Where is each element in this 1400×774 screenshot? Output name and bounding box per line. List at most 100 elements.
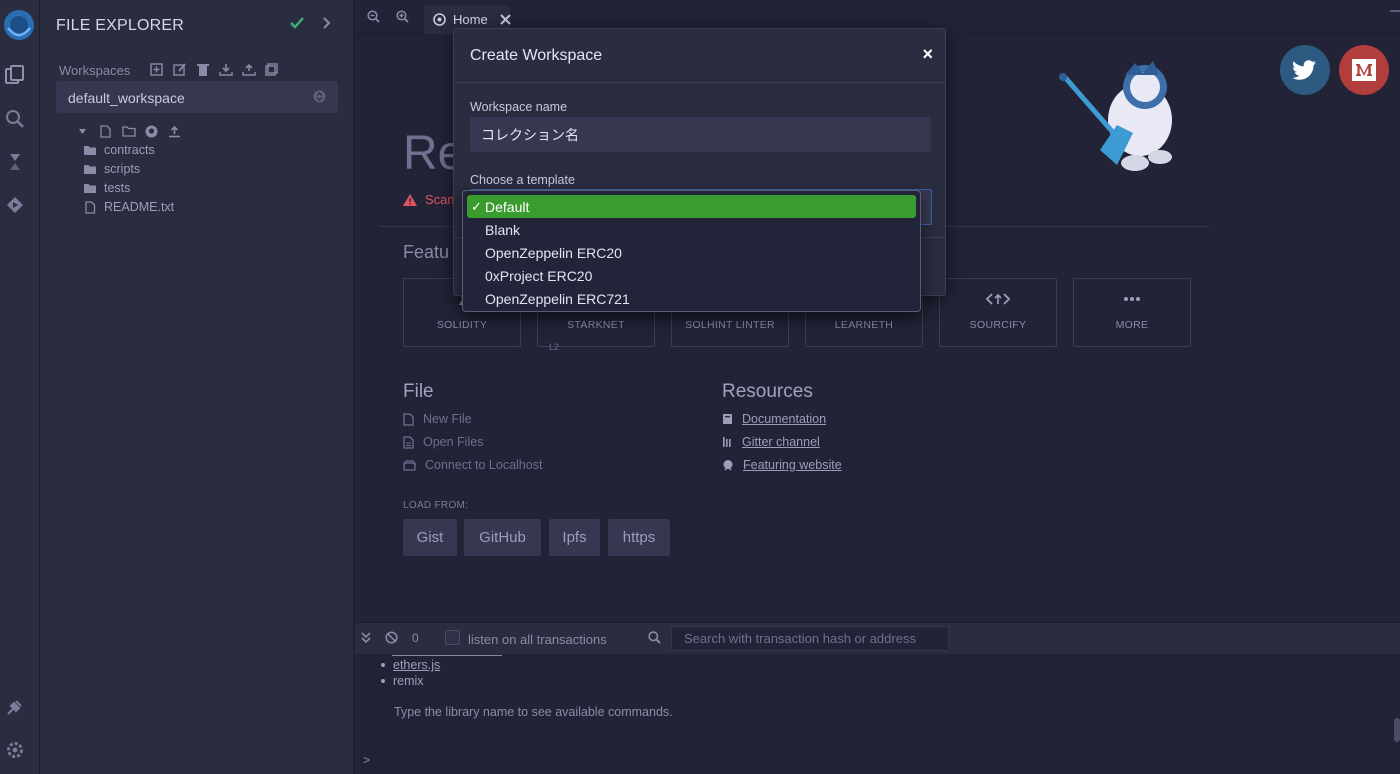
file-lines-icon	[403, 435, 414, 449]
deploy-run-icon[interactable]	[4, 194, 26, 216]
github-icon[interactable]	[143, 124, 160, 138]
bullet	[381, 663, 385, 667]
open-files-link[interactable]: Open Files	[403, 435, 483, 449]
lib-name: remix	[393, 674, 424, 688]
terminal-scrollbar[interactable]	[1394, 718, 1400, 742]
workspace-toolbar	[148, 62, 280, 77]
open-files-label: Open Files	[423, 435, 484, 449]
download-workspace-icon[interactable]	[217, 62, 234, 77]
file-explorer-icon[interactable]	[4, 64, 26, 86]
template-label: Choose a template	[470, 173, 575, 187]
workspace-select[interactable]: default_workspace	[56, 81, 338, 113]
terminal-toolbar: 0 listen on all transactions	[355, 622, 1400, 654]
documentation-link[interactable]: Documentation	[722, 412, 826, 426]
load-https-button[interactable]: https	[608, 519, 670, 556]
terminal-divider	[392, 655, 502, 656]
file-tree-toolbar	[74, 124, 183, 138]
twitter-button[interactable]	[1280, 45, 1330, 95]
template-option-oz-erc721[interactable]: OpenZeppelin ERC721	[467, 287, 916, 310]
more-icon	[1074, 292, 1190, 306]
new-file-link[interactable]: New File	[403, 412, 472, 426]
workspace-select-value: default_workspace	[68, 90, 185, 106]
clone-workspace-icon[interactable]	[263, 62, 280, 77]
connect-localhost-link[interactable]: Connect to Localhost	[403, 458, 542, 472]
new-file-label: New File	[423, 412, 472, 426]
featuring-website-link[interactable]: Featuring website	[722, 458, 842, 472]
listen-all-checkbox[interactable]	[445, 630, 460, 645]
resources-heading: Resources	[722, 381, 813, 402]
tree-item-contracts[interactable]: contracts	[84, 143, 155, 157]
icon-sidebar	[0, 0, 40, 774]
settings-gear-icon[interactable]	[4, 739, 26, 761]
remix-logo-icon[interactable]	[2, 8, 36, 42]
plugin-manager-icon[interactable]	[4, 696, 26, 718]
expand-arrows-icon[interactable]	[1390, 6, 1400, 16]
lib-name[interactable]: ethers.js	[393, 658, 440, 672]
folder-icon	[84, 183, 96, 193]
search-icon[interactable]	[4, 108, 26, 130]
rename-workspace-icon[interactable]	[171, 62, 188, 77]
medium-icon	[1352, 59, 1376, 81]
load-github-button[interactable]: GitHub	[464, 519, 541, 556]
medium-button[interactable]	[1339, 45, 1389, 95]
gitter-link[interactable]: Gitter channel	[722, 435, 820, 449]
workspace-name-label: Workspace name	[470, 100, 568, 114]
bullet	[381, 679, 385, 683]
modal-close-button[interactable]: ×	[922, 44, 933, 65]
file-icon	[84, 200, 96, 214]
remix-home-icon	[432, 12, 447, 27]
template-option-label: OpenZeppelin ERC721	[485, 290, 630, 307]
template-option-oz-erc20[interactable]: OpenZeppelin ERC20	[467, 241, 916, 264]
modal-header: Create Workspace ×	[454, 29, 945, 83]
l2-tag: L2	[549, 342, 560, 352]
workspace-name-input[interactable]	[470, 117, 931, 152]
tree-item-tests[interactable]: tests	[84, 181, 130, 195]
template-option-0x-erc20[interactable]: 0xProject ERC20	[467, 264, 916, 287]
close-tab-icon[interactable]	[499, 14, 511, 25]
template-option-label: Blank	[485, 221, 521, 238]
new-file-icon[interactable]	[97, 124, 114, 138]
zoom-in-icon[interactable]	[396, 10, 409, 23]
featured-more[interactable]: MORE	[1073, 278, 1191, 347]
twitter-icon	[1293, 60, 1317, 80]
collapse-terminal-icon[interactable]	[361, 632, 371, 644]
template-option-default[interactable]: ✓ Default	[467, 195, 916, 218]
restore-workspace-icon[interactable]	[240, 62, 257, 77]
template-option-label: OpenZeppelin ERC20	[485, 244, 622, 261]
clear-console-icon[interactable]	[385, 631, 398, 644]
transaction-search-input[interactable]	[671, 626, 949, 651]
gitter-icon	[722, 436, 733, 448]
folder-icon	[84, 145, 96, 155]
terminal-lib-ethers: ethers.js	[381, 658, 440, 672]
upload-file-icon[interactable]	[166, 124, 183, 138]
template-dropdown-list: ✓ Default Blank OpenZeppelin ERC20 0xPro…	[462, 190, 921, 312]
template-option-blank[interactable]: Blank	[467, 218, 916, 241]
featured-sourcify[interactable]: SOURCIFY	[939, 278, 1057, 347]
solidity-compiler-icon[interactable]	[4, 151, 26, 173]
checkmark-icon: ✓	[471, 199, 482, 214]
featured-label: SOURCIFY	[969, 319, 1027, 331]
remix-mascot-illustration	[1055, 55, 1185, 185]
terminal-message: Type the library name to see available c…	[394, 705, 673, 719]
pending-tx-count: 0	[412, 631, 419, 645]
tree-item-scripts[interactable]: scripts	[84, 162, 140, 176]
terminal-prompt[interactable]: >	[363, 753, 370, 767]
featuring-website-label: Featuring website	[743, 458, 842, 472]
modal-title: Create Workspace	[470, 47, 603, 64]
listen-all-label: listen on all transactions	[468, 632, 607, 647]
tree-item-readme[interactable]: README.txt	[84, 200, 174, 214]
delete-workspace-icon[interactable]	[194, 62, 211, 77]
zoom-out-icon[interactable]	[367, 10, 380, 23]
template-option-label: 0xProject ERC20	[485, 267, 593, 284]
chevron-right-icon[interactable]	[322, 17, 332, 29]
tab-home-label: Home	[453, 12, 488, 27]
featured-label: MORE	[1115, 319, 1149, 331]
new-folder-icon[interactable]	[120, 124, 137, 138]
terminal-output: ethers.js remix Type the library name to…	[355, 654, 1400, 774]
caret-down-icon[interactable]	[74, 124, 91, 138]
book-icon	[722, 413, 733, 425]
create-workspace-icon[interactable]	[148, 62, 165, 77]
file-heading: File	[403, 381, 434, 402]
load-ipfs-button[interactable]: Ipfs	[549, 519, 600, 556]
load-gist-button[interactable]: Gist	[403, 519, 457, 556]
